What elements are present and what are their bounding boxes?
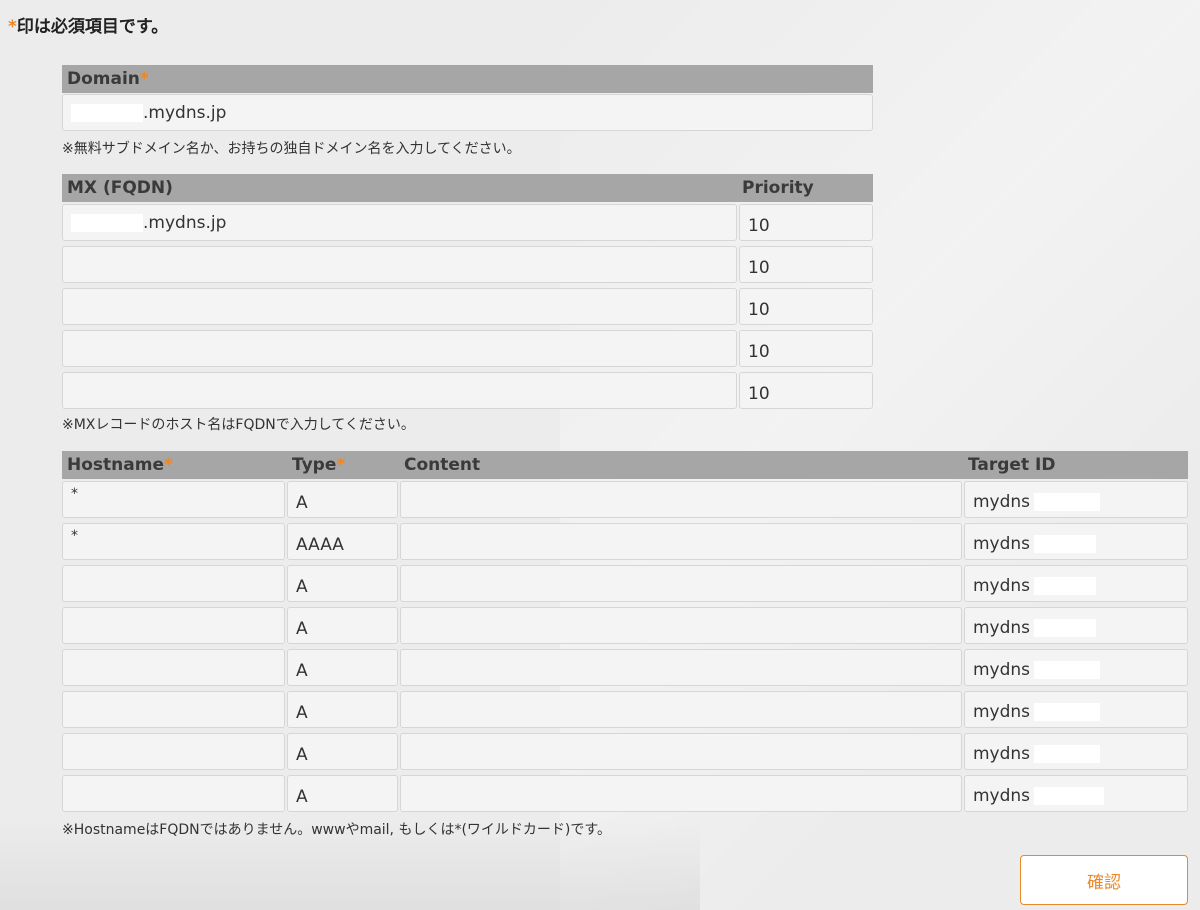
target-id-input[interactable]: mydns [964,733,1188,770]
hostname-input[interactable]: * [62,481,285,518]
target-id-input-value: mydns [973,659,1031,680]
mx-header: MX (FQDN) Priority [62,174,873,202]
target-id-input-value: mydns [973,575,1031,596]
content-input[interactable] [400,523,962,560]
type-select-value: AAAA [296,534,344,555]
hostname-header: Hostname* [67,455,173,475]
content-input[interactable] [400,607,962,644]
type-select-value: A [296,786,308,807]
mx-priority-input[interactable]: 10 [739,204,873,241]
mx-fqdn-label: MX (FQDN) [67,178,173,198]
content-input[interactable] [400,481,962,518]
mx-priority-input[interactable]: 10 [739,330,873,367]
type-select[interactable]: A [287,565,398,602]
records-header: Hostname* Type* Content Target ID [62,451,1188,479]
redacted-target-id [1034,702,1101,721]
target-id-input-value: mydns [973,785,1031,806]
mx-hint: ※MXレコードのホスト名はFQDNで入力してください。 [62,417,415,433]
redacted-host [71,213,143,232]
mx-priority-label: Priority [742,178,814,198]
type-select-value: A [296,576,308,597]
type-select[interactable]: AAAA [287,523,398,560]
content-input[interactable] [400,565,962,602]
hostname-input[interactable] [62,691,285,728]
type-select[interactable]: A [287,481,398,518]
type-select[interactable]: A [287,691,398,728]
required-asterisk: * [163,455,173,475]
target-id-input-value: mydns [973,743,1031,764]
mx-fqdn-input[interactable] [62,330,737,367]
records-hint: ※HostnameはFQDNではありません。wwwやmail, もしくは*(ワイ… [62,822,611,838]
required-asterisk: * [336,455,346,475]
redacted-subdomain [71,103,143,122]
content-input[interactable] [400,775,962,812]
required-asterisk: * [8,17,17,37]
content-input[interactable] [400,691,962,728]
type-select[interactable]: A [287,775,398,812]
mx-fqdn-input[interactable] [62,372,737,409]
hostname-input[interactable] [62,607,285,644]
hostname-input-value: * [71,528,78,544]
type-select-value: A [296,744,308,765]
domain-header: Domain* [62,65,873,93]
type-select[interactable]: A [287,649,398,686]
hostname-input[interactable] [62,565,285,602]
type-select-value: A [296,702,308,723]
target-id-input-value: mydns [973,701,1031,722]
type-select-value: A [296,660,308,681]
redacted-target-id [1034,492,1101,511]
target-id-input[interactable]: mydns [964,481,1188,518]
content-input[interactable] [400,733,962,770]
required-note-text: 印は必須項目です。 [16,17,169,37]
redacted-target-id [1034,744,1101,763]
hostname-input[interactable] [62,775,285,812]
domain-input[interactable]: .mydns.jp [62,94,873,131]
domain-suffix: .mydns.jp [143,102,227,123]
type-select[interactable]: A [287,733,398,770]
target-id-input[interactable]: mydns [964,691,1188,728]
type-select-value: A [296,492,308,513]
mx-fqdn-input[interactable] [62,288,737,325]
target-id-header: Target ID [968,455,1056,475]
mx-priority-input[interactable]: 10 [739,372,873,409]
target-id-input[interactable]: mydns [964,775,1188,812]
target-id-input[interactable]: mydns [964,649,1188,686]
content-input[interactable] [400,649,962,686]
type-header: Type* [292,455,346,475]
hostname-input[interactable]: * [62,523,285,560]
target-id-input-value: mydns [973,491,1031,512]
target-id-input[interactable]: mydns [964,607,1188,644]
mx-priority-input[interactable]: 10 [739,288,873,325]
domain-label: Domain* [67,69,149,89]
target-id-input-value: mydns [973,617,1031,638]
hostname-input[interactable] [62,649,285,686]
mx-fqdn-value: .mydns.jp [143,212,227,233]
required-asterisk: * [139,69,149,89]
mx-fqdn-input[interactable]: .mydns.jp [62,204,737,241]
type-select-value: A [296,618,308,639]
domain-hint: ※無料サブドメイン名か、お持ちの独自ドメイン名を入力してください。 [62,141,521,157]
target-id-input[interactable]: mydns [964,565,1188,602]
confirm-button[interactable]: 確認 [1020,855,1188,905]
redacted-target-id [1034,534,1097,553]
required-fields-note: *印は必須項目です。 [8,12,168,37]
redacted-target-id [1034,576,1097,595]
type-select[interactable]: A [287,607,398,644]
redacted-target-id [1034,786,1105,805]
mx-fqdn-input[interactable] [62,246,737,283]
content-header: Content [404,455,481,475]
target-id-input[interactable]: mydns [964,523,1188,560]
redacted-target-id [1034,618,1097,637]
redacted-target-id [1034,660,1101,679]
hostname-input[interactable] [62,733,285,770]
mx-priority-input[interactable]: 10 [739,246,873,283]
target-id-input-value: mydns [973,533,1031,554]
hostname-input-value: * [71,486,78,502]
